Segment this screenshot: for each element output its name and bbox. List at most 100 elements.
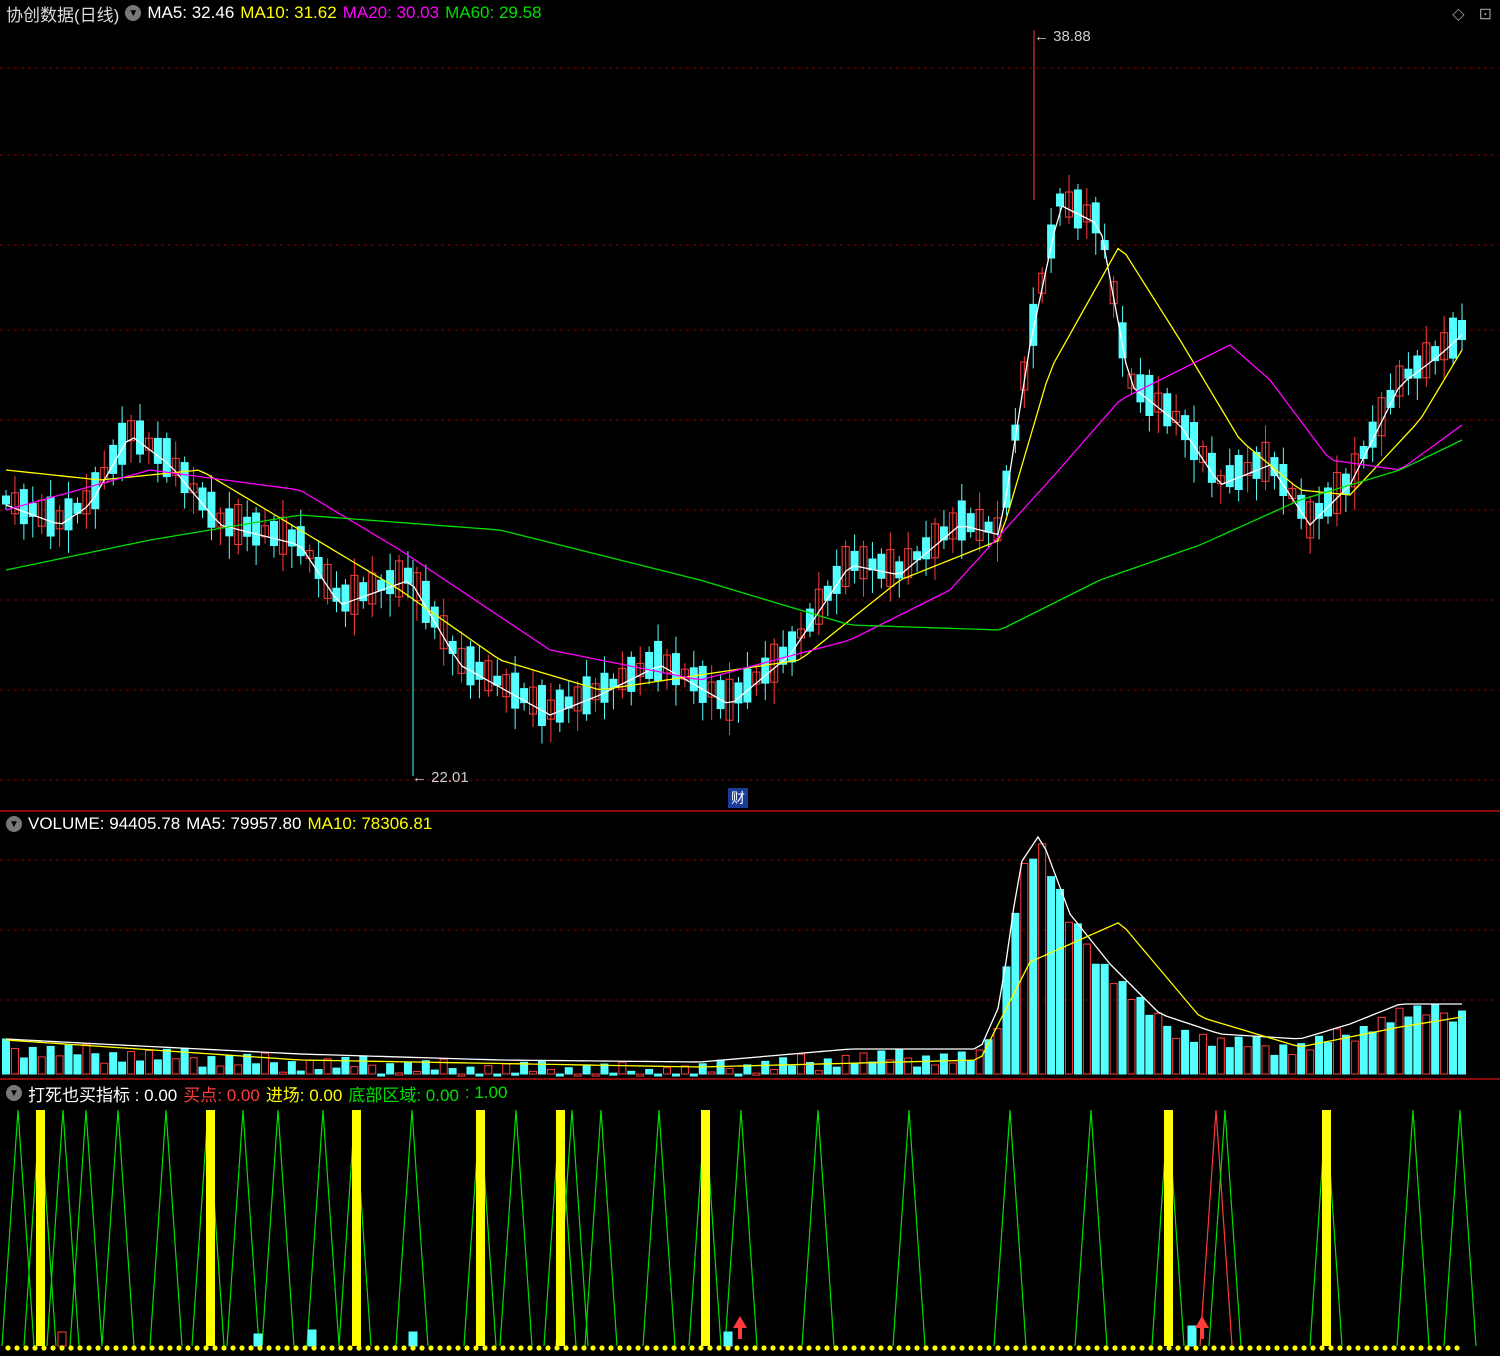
baseline-dot: [995, 1345, 1001, 1351]
candle-body: [1145, 374, 1154, 416]
baseline-dot: [50, 1345, 56, 1351]
baseline-dot: [104, 1345, 110, 1351]
baseline-dot: [275, 1345, 281, 1351]
baseline-dot: [1238, 1345, 1244, 1351]
baseline-dot: [797, 1345, 803, 1351]
volume-bar: [1172, 1037, 1181, 1075]
baseline-dot: [860, 1345, 866, 1351]
baseline-dot: [1220, 1345, 1226, 1351]
baseline-dot: [581, 1345, 587, 1351]
volume-bar: [1082, 943, 1091, 1075]
buy-arrow-icon: [1195, 1316, 1209, 1328]
candle-body: [162, 438, 171, 478]
baseline-dot: [1337, 1345, 1343, 1351]
baseline-dot: [428, 1345, 434, 1351]
chevron-down-icon[interactable]: ▼: [125, 5, 142, 21]
candle-body: [1047, 224, 1056, 259]
chevron-down-icon[interactable]: ▼: [6, 816, 22, 832]
bottom-zone-spike: [892, 1109, 926, 1347]
volume-bar: [1056, 888, 1065, 1075]
baseline-dot: [1049, 1345, 1055, 1351]
volume-bar: [1422, 1014, 1431, 1075]
volume-bar: [269, 1062, 278, 1075]
bottom-zone-spike: [724, 1109, 758, 1347]
volume-panel[interactable]: ▼ VOLUME: 94405.78 MA5: 79957.80 MA10: 7…: [0, 812, 1500, 1078]
volume-bar: [10, 1047, 19, 1075]
candle-body: [788, 631, 797, 663]
window-controls: ◇ ⊡: [1452, 4, 1492, 24]
candle-body: [225, 508, 234, 537]
baseline-dot: [176, 1345, 182, 1351]
volume-bar: [1234, 1036, 1243, 1075]
volume-bar: [698, 1063, 707, 1075]
volume-bar: [788, 1065, 797, 1075]
entry-value: 进场: 0.00: [265, 1085, 343, 1105]
volume-bar: [314, 1069, 323, 1075]
volume-bar: [868, 1061, 877, 1075]
baseline-dot: [1391, 1345, 1397, 1351]
volume-bar: [930, 1064, 939, 1075]
volume-header: ▼ VOLUME: 94405.78 MA5: 79957.80 MA10: 7…: [6, 812, 432, 836]
volume-bar: [332, 1067, 341, 1075]
indicator-small-bar: [1187, 1325, 1197, 1347]
baseline-dot: [1211, 1345, 1217, 1351]
candlestick-chart[interactable]: [0, 0, 1500, 810]
baseline-dot: [608, 1345, 614, 1351]
baseline-dot: [23, 1345, 29, 1351]
baseline-dot: [914, 1345, 920, 1351]
chevron-down-icon[interactable]: ▼: [6, 1085, 22, 1101]
volume-bar: [100, 1062, 109, 1075]
candle-body: [466, 646, 475, 686]
baseline-dot: [203, 1345, 209, 1351]
bottom-zone-spike: [1074, 1109, 1108, 1347]
volume-bar: [1306, 1049, 1315, 1075]
price-panel[interactable]: 协创数据(日线) ▼ MA5: 32.46 MA10: 31.62 MA20: …: [0, 0, 1500, 810]
baseline-dot: [572, 1345, 578, 1351]
baseline-dot: [1031, 1345, 1037, 1351]
volume-bar: [814, 1070, 823, 1075]
candle-body: [1056, 193, 1065, 207]
high-price-label: ← 38.88: [1034, 28, 1091, 45]
volume-bar: [1458, 1010, 1466, 1075]
indicator-chart[interactable]: [0, 1080, 1500, 1356]
volume-bar: [832, 1066, 841, 1075]
baseline-dot: [896, 1345, 902, 1351]
entry-signal-bar: [476, 1110, 485, 1346]
bottom-zone-spike: [801, 1109, 835, 1347]
diamond-icon[interactable]: ◇: [1452, 4, 1464, 24]
baseline-dot: [158, 1345, 164, 1351]
baseline-dot: [635, 1345, 641, 1351]
volume-bar: [109, 1052, 118, 1075]
volume-bar: [377, 1073, 386, 1077]
ma10-line: [5, 247, 1463, 691]
indicator-small-bar: [57, 1331, 67, 1347]
volume-bar: [1091, 963, 1100, 1075]
baseline-dot: [1139, 1345, 1145, 1351]
baseline-dot: [1157, 1345, 1163, 1351]
volume-bar: [1154, 1012, 1163, 1075]
buy-arrow-icon: [1200, 1327, 1204, 1339]
volume-bar: [296, 1070, 305, 1075]
volume-bar: [171, 1058, 180, 1075]
volume-bar: [493, 1073, 502, 1077]
candle-body: [46, 496, 55, 537]
candle-body: [609, 678, 618, 688]
volume-bar: [1127, 998, 1136, 1075]
volume-bar: [1073, 923, 1082, 1075]
volume-chart[interactable]: [0, 812, 1500, 1078]
candle-body: [153, 437, 162, 464]
maximize-icon[interactable]: ⊡: [1479, 4, 1492, 24]
financial-report-badge[interactable]: 财: [728, 788, 748, 808]
baseline-dot: [113, 1345, 119, 1351]
indicator-panel[interactable]: ▼ 打死也买指标 : 0.00 买点: 0.00 进场: 0.00 底部区域: …: [0, 1080, 1500, 1356]
volume-bar: [537, 1059, 546, 1075]
volume-bar: [618, 1061, 627, 1075]
baseline-dot: [878, 1345, 884, 1351]
baseline-dot: [68, 1345, 74, 1351]
volume-bar: [1350, 1040, 1359, 1075]
baseline-dot: [437, 1345, 443, 1351]
baseline-dot: [617, 1345, 623, 1351]
entry-signal-bar: [1164, 1110, 1173, 1346]
volume-bar: [1377, 1016, 1386, 1075]
baseline-dot: [707, 1345, 713, 1351]
